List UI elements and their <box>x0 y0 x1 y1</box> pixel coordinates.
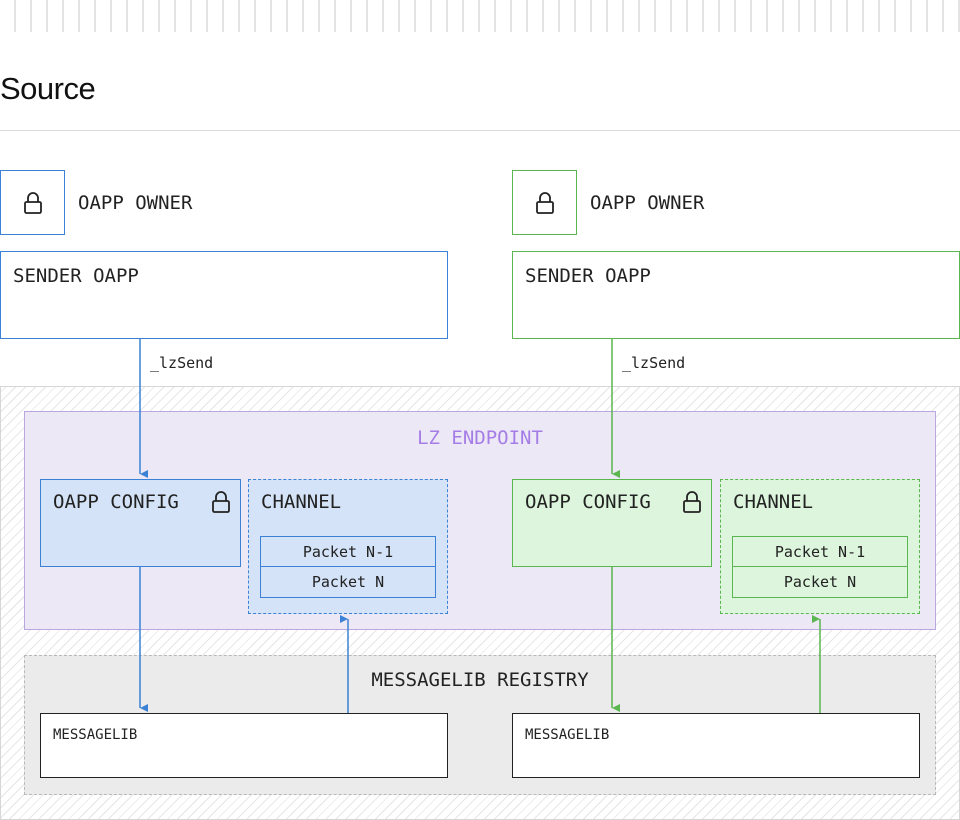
flow-arrows <box>139 339 821 713</box>
